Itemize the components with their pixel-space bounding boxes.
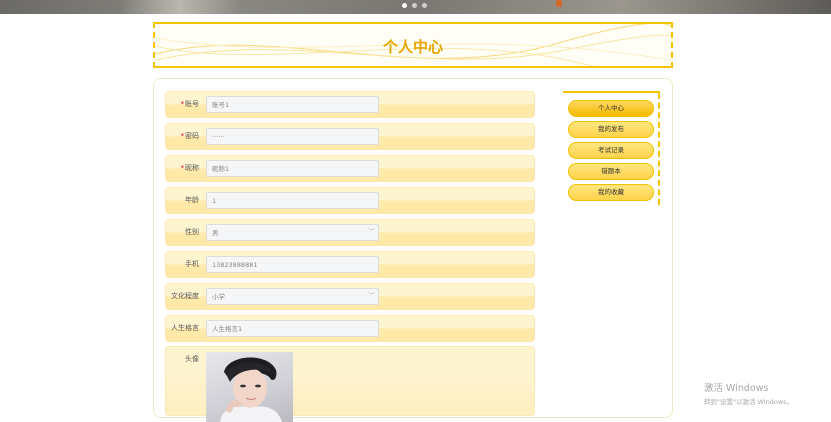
side-menu-item-favorites[interactable]: 我的收藏 [568,184,654,201]
phone-input[interactable]: 13823888881 [206,256,379,273]
account-label: *账号 [180,100,200,108]
education-select-value: 小学 [212,293,225,301]
form-row-gender: 性别 男 ﹀ [165,219,535,246]
side-menu-item-profile[interactable]: 个人中心 [568,100,654,117]
gender-select[interactable]: 男 ﹀ [206,224,379,241]
chevron-down-icon: ﹀ [368,228,375,236]
avatar-image[interactable] [206,352,293,422]
banner-cone [556,0,562,7]
avatar-label: 头像 [185,355,199,363]
required-mark: * [180,100,185,108]
side-menu-right-line [658,93,660,205]
required-mark: * [180,164,185,172]
chevron-down-icon: ﹀ [368,292,375,300]
form-row-password: *密码 ······ [165,123,535,150]
form-row-nickname: *昵称 昵称1 [165,155,535,182]
side-menu-item-wrong-questions[interactable]: 错题本 [568,163,654,180]
side-menu-top-line [563,91,660,93]
age-label: 年龄 [185,196,199,204]
form-row-education: 文化程度 小学 ﹀ [165,283,535,310]
gender-label: 性别 [185,228,199,236]
page-title-box: 个人中心 [153,22,673,68]
nickname-input[interactable]: 昵称1 [206,160,379,177]
form-row-phone: 手机 13823888881 [165,251,535,278]
carousel-dot-2[interactable] [412,3,417,8]
age-input[interactable]: 1 [206,192,379,209]
carousel-dot-3[interactable] [422,3,427,8]
phone-label: 手机 [185,260,199,268]
side-menu-item-my-posts[interactable]: 我的发布 [568,121,654,138]
form-row-age: 年龄 1 [165,187,535,214]
nickname-label: *昵称 [180,164,200,172]
motto-label: 人生格言 [171,324,199,332]
education-select[interactable]: 小学 ﹀ [206,288,379,305]
password-label: *密码 [180,132,200,140]
account-input[interactable]: 账号1 [206,96,379,113]
watermark-line-2: 转到"设置"以激活 Windows。 [704,398,794,406]
education-label: 文化程度 [171,292,199,300]
required-mark: * [180,132,185,140]
windows-activation-watermark: 激活 Windows 转到"设置"以激活 Windows。 [704,380,793,406]
banner-highlight [120,0,240,14]
page-title: 个人中心 [382,38,443,56]
gender-select-value: 男 [212,229,219,237]
carousel-dot-1[interactable] [402,3,407,8]
avatar-portrait [220,357,282,422]
side-menu-item-exam-records[interactable]: 考试记录 [568,142,654,159]
carousel-dots [402,3,427,8]
watermark-line-1: 激活 Windows [704,383,769,394]
password-input[interactable]: ······ [206,128,379,145]
motto-input[interactable]: 人生格言1 [206,320,379,337]
form-row-motto: 人生格言 人生格言1 [165,315,535,342]
form-row-account: *账号 账号1 [165,91,535,118]
